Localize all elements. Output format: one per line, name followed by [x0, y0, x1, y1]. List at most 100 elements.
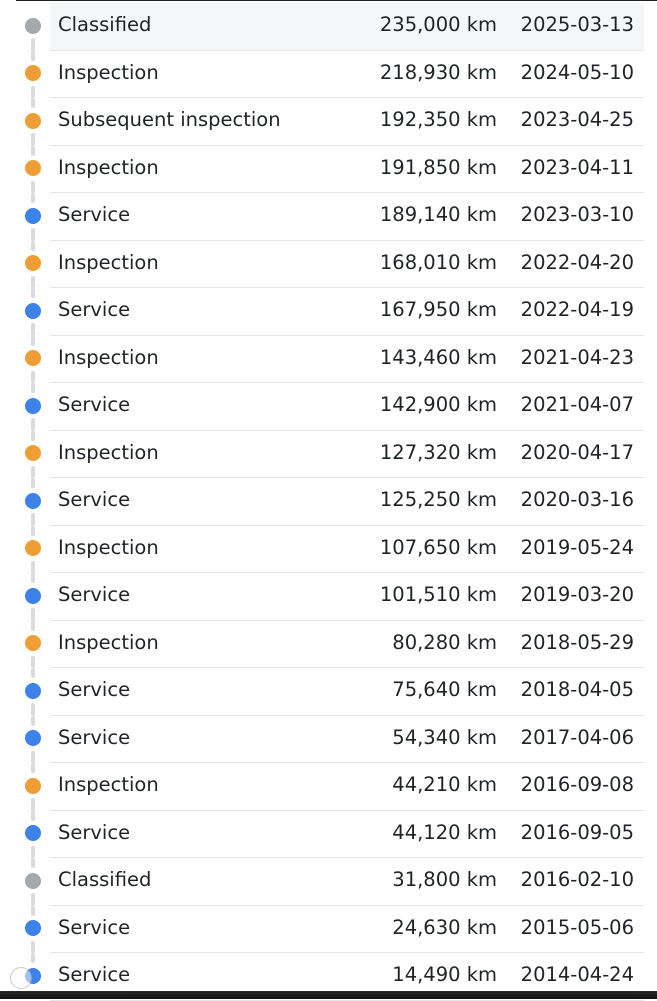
timeline-connector	[31, 323, 35, 336]
service-dot-icon	[25, 825, 41, 841]
entry-label: Inspection	[58, 155, 159, 179]
timeline-connector	[31, 940, 35, 953]
timeline-connector	[31, 525, 35, 536]
history-entry: Service 101,510 km 2019-03-20	[50, 573, 644, 621]
inspection-dot-icon	[25, 350, 41, 366]
entry-label: Service	[58, 488, 131, 511]
history-row: Classified 31,800 km 2016-02-10	[0, 858, 644, 906]
entry-date: 2023-04-11	[520, 155, 634, 179]
timeline-connector	[31, 513, 35, 526]
history-row: Service 167,950 km 2022-04-19	[0, 288, 644, 336]
timeline-connector	[31, 655, 35, 668]
service-dot-icon	[25, 302, 41, 319]
entry-date: 2016-09-05	[520, 820, 634, 844]
timeline-connector	[31, 858, 35, 868]
history-entry: Service 142,900 km 2021-04-07	[50, 383, 644, 431]
history-row: Service 189,140 km 2023-03-10	[0, 193, 644, 241]
entry-label: Subsequent inspection	[58, 108, 281, 131]
history-entry: Inspection 44,210 km 2016-09-08	[50, 763, 644, 811]
timeline-connector	[31, 430, 35, 441]
entry-mileage: 125,250 km	[379, 488, 497, 511]
entry-label: Service	[58, 393, 131, 416]
entry-date: 2016-02-10	[520, 868, 634, 891]
entry-mileage: 44,120 km	[392, 820, 497, 844]
inspection-dot-icon	[25, 65, 41, 81]
entry-date: 2023-04-25	[520, 108, 634, 131]
entry-mileage: 168,010 km	[379, 250, 497, 274]
timeline-connector	[31, 478, 35, 488]
entry-date: 2019-05-24	[520, 535, 634, 559]
history-row: Inspection 107,650 km 2019-05-24	[0, 525, 644, 573]
entry-mileage: 24,630 km	[392, 915, 497, 939]
service-dot-icon	[25, 920, 41, 936]
inspection-dot-icon	[25, 777, 41, 794]
history-entry: Inspection 168,010 km 2022-04-20	[50, 241, 644, 288]
history-row: Service 101,510 km 2019-03-20	[0, 573, 644, 621]
service-dot-icon	[25, 730, 41, 746]
inspection-dot-icon	[25, 255, 41, 271]
history-row: Inspection 191,850 km 2023-04-11	[0, 145, 644, 193]
inspection-dot-icon	[25, 112, 41, 129]
service-dot-icon	[25, 492, 41, 509]
history-entry: Service 75,640 km 2018-04-05	[50, 668, 644, 716]
timeline-connector	[31, 465, 35, 478]
entry-mileage: 142,900 km	[379, 393, 497, 416]
entry-label: Service	[58, 915, 131, 939]
entry-date: 2014-04-24	[520, 963, 634, 986]
timeline-connector	[31, 383, 35, 393]
classified-dot-icon	[25, 872, 41, 889]
history-row: Service 24,630 km 2015-05-06	[0, 905, 644, 953]
timeline-connector	[31, 573, 35, 583]
entry-label: Service	[58, 725, 131, 749]
history-entry: Service 44,120 km 2016-09-05	[50, 811, 644, 858]
timeline-connector	[31, 133, 35, 146]
timeline-connector	[31, 38, 35, 51]
entry-mileage: 192,350 km	[379, 108, 497, 131]
entry-mileage: 167,950 km	[379, 298, 497, 321]
inspection-dot-icon	[25, 540, 41, 556]
timeline-connector	[31, 240, 35, 251]
timeline-connector	[31, 703, 35, 716]
history-row: Inspection 143,460 km 2021-04-23	[0, 335, 644, 383]
timeline-connector	[31, 763, 35, 773]
timeline-connector	[31, 145, 35, 156]
bottom-bar	[0, 991, 657, 999]
entry-mileage: 127,320 km	[379, 440, 497, 464]
history-row: Inspection 44,210 km 2016-09-08	[0, 763, 644, 811]
inspection-dot-icon	[25, 445, 41, 461]
history-entry: Service 167,950 km 2022-04-19	[50, 288, 644, 336]
entry-label: Inspection	[58, 345, 159, 369]
history-entry: Inspection 127,320 km 2020-04-17	[50, 431, 644, 478]
entry-mileage: 107,650 km	[379, 535, 497, 559]
history-entry: Service 24,630 km 2015-05-06	[50, 906, 644, 953]
timeline-connector	[31, 668, 35, 678]
entry-date: 2024-05-10	[520, 60, 634, 84]
history-row: Classified 235,000 km 2025-03-13	[0, 3, 644, 51]
service-dot-icon	[25, 397, 41, 414]
entry-label: Inspection	[58, 60, 159, 84]
entry-label: Service	[58, 298, 131, 321]
timeline-connector	[31, 798, 35, 811]
history-entry: Inspection 143,460 km 2021-04-23	[50, 336, 644, 383]
timeline-connector	[31, 905, 35, 916]
timeline-connector	[31, 228, 35, 241]
timeline-connector	[31, 85, 35, 98]
history-entry: Inspection 218,930 km 2024-05-10	[50, 51, 644, 98]
timeline-connector	[31, 715, 35, 726]
entry-label: Inspection	[58, 535, 159, 559]
entry-label: Service	[58, 963, 131, 986]
history-entry: Classified 31,800 km 2016-02-10	[50, 858, 644, 906]
timeline-connector	[31, 275, 35, 288]
entry-label: Service	[58, 678, 131, 701]
entry-mileage: 14,490 km	[392, 963, 497, 986]
entry-date: 2015-05-06	[520, 915, 634, 939]
watermark-logo-icon	[10, 967, 32, 989]
entry-date: 2016-09-08	[520, 773, 634, 796]
entry-mileage: 189,140 km	[379, 203, 497, 226]
timeline-connector	[31, 893, 35, 906]
inspection-dot-icon	[25, 160, 41, 176]
entry-mileage: 218,930 km	[379, 60, 497, 84]
timeline-connector	[31, 180, 35, 193]
entry-mileage: 143,460 km	[379, 345, 497, 369]
entry-date: 2017-04-06	[520, 725, 634, 749]
